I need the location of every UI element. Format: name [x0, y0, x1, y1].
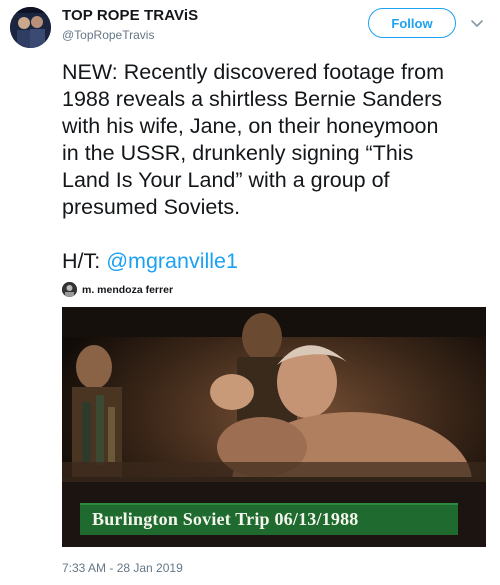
video-owner-name: m. mendoza ferrer — [82, 283, 174, 296]
video-caption: Burlington Soviet Trip 06/13/1988 — [92, 509, 359, 529]
chevron-down-icon[interactable] — [468, 14, 486, 32]
video-caption-bar: Burlington Soviet Trip 06/13/1988 — [80, 503, 458, 535]
tweet-timestamp[interactable]: 7:33 AM - 28 Jan 2019 — [62, 561, 183, 575]
follow-button[interactable]: Follow — [368, 8, 456, 38]
hat-tip: H/T: @mgranville1 — [62, 248, 238, 275]
video-player[interactable]: Burlington Soviet Trip 06/13/1988 — [62, 307, 486, 547]
mention-link[interactable]: @mgranville1 — [106, 249, 238, 273]
owner-avatar-image — [62, 282, 77, 297]
avatar-image — [10, 7, 51, 48]
user-handle[interactable]: @TopRopeTravis — [62, 28, 154, 42]
hat-tip-prefix: H/T: — [62, 249, 107, 273]
video-owner[interactable]: m. mendoza ferrer — [62, 282, 173, 297]
video-owner-avatar — [62, 282, 77, 297]
profile-avatar[interactable] — [10, 7, 51, 48]
display-name[interactable]: TOP ROPE TRAViS — [62, 7, 198, 24]
tweet-text: NEW: Recently discovered footage from 19… — [62, 60, 444, 219]
